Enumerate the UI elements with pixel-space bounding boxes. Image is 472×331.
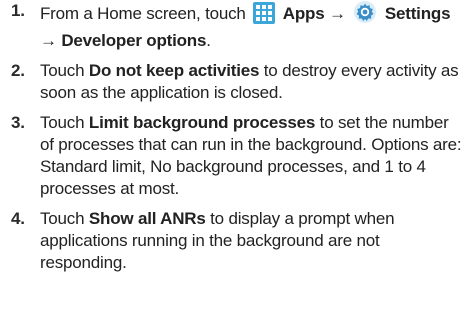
step-2: 2. Touch Do not keep activities to destr… — [0, 60, 472, 104]
step-number: 1. — [11, 1, 25, 20]
step-text: Touch — [40, 113, 89, 132]
instruction-list: 1. From a Home screen, touch Apps → Sett… — [0, 0, 472, 274]
settings-label: Settings — [384, 4, 451, 23]
option-name: Show all ANRs — [88, 209, 206, 228]
step-text: From a Home screen, touch — [40, 4, 251, 23]
step-number: 2. — [11, 61, 25, 80]
step-text: Touch — [40, 61, 89, 80]
settings-gear-icon — [353, 0, 377, 30]
step-number: 3. — [11, 113, 25, 132]
step-4: 4. Touch Show all ANRs to display a prom… — [0, 208, 472, 274]
apps-label: Apps — [282, 4, 325, 23]
step-3: 3. Touch Limit background processes to s… — [0, 112, 472, 200]
arrow: → — [328, 4, 346, 23]
option-name: Limit background processes — [88, 113, 316, 132]
arrow: → — [40, 31, 57, 50]
step-number: 4. — [11, 209, 25, 228]
option-name: Do not keep activities — [88, 61, 260, 80]
punctuation: . — [206, 31, 211, 50]
developer-options-label: Developer options — [61, 31, 207, 50]
step-text: Touch — [40, 209, 89, 228]
apps-grid-icon — [253, 2, 276, 30]
step-1: 1. From a Home screen, touch Apps → Sett… — [0, 0, 472, 52]
